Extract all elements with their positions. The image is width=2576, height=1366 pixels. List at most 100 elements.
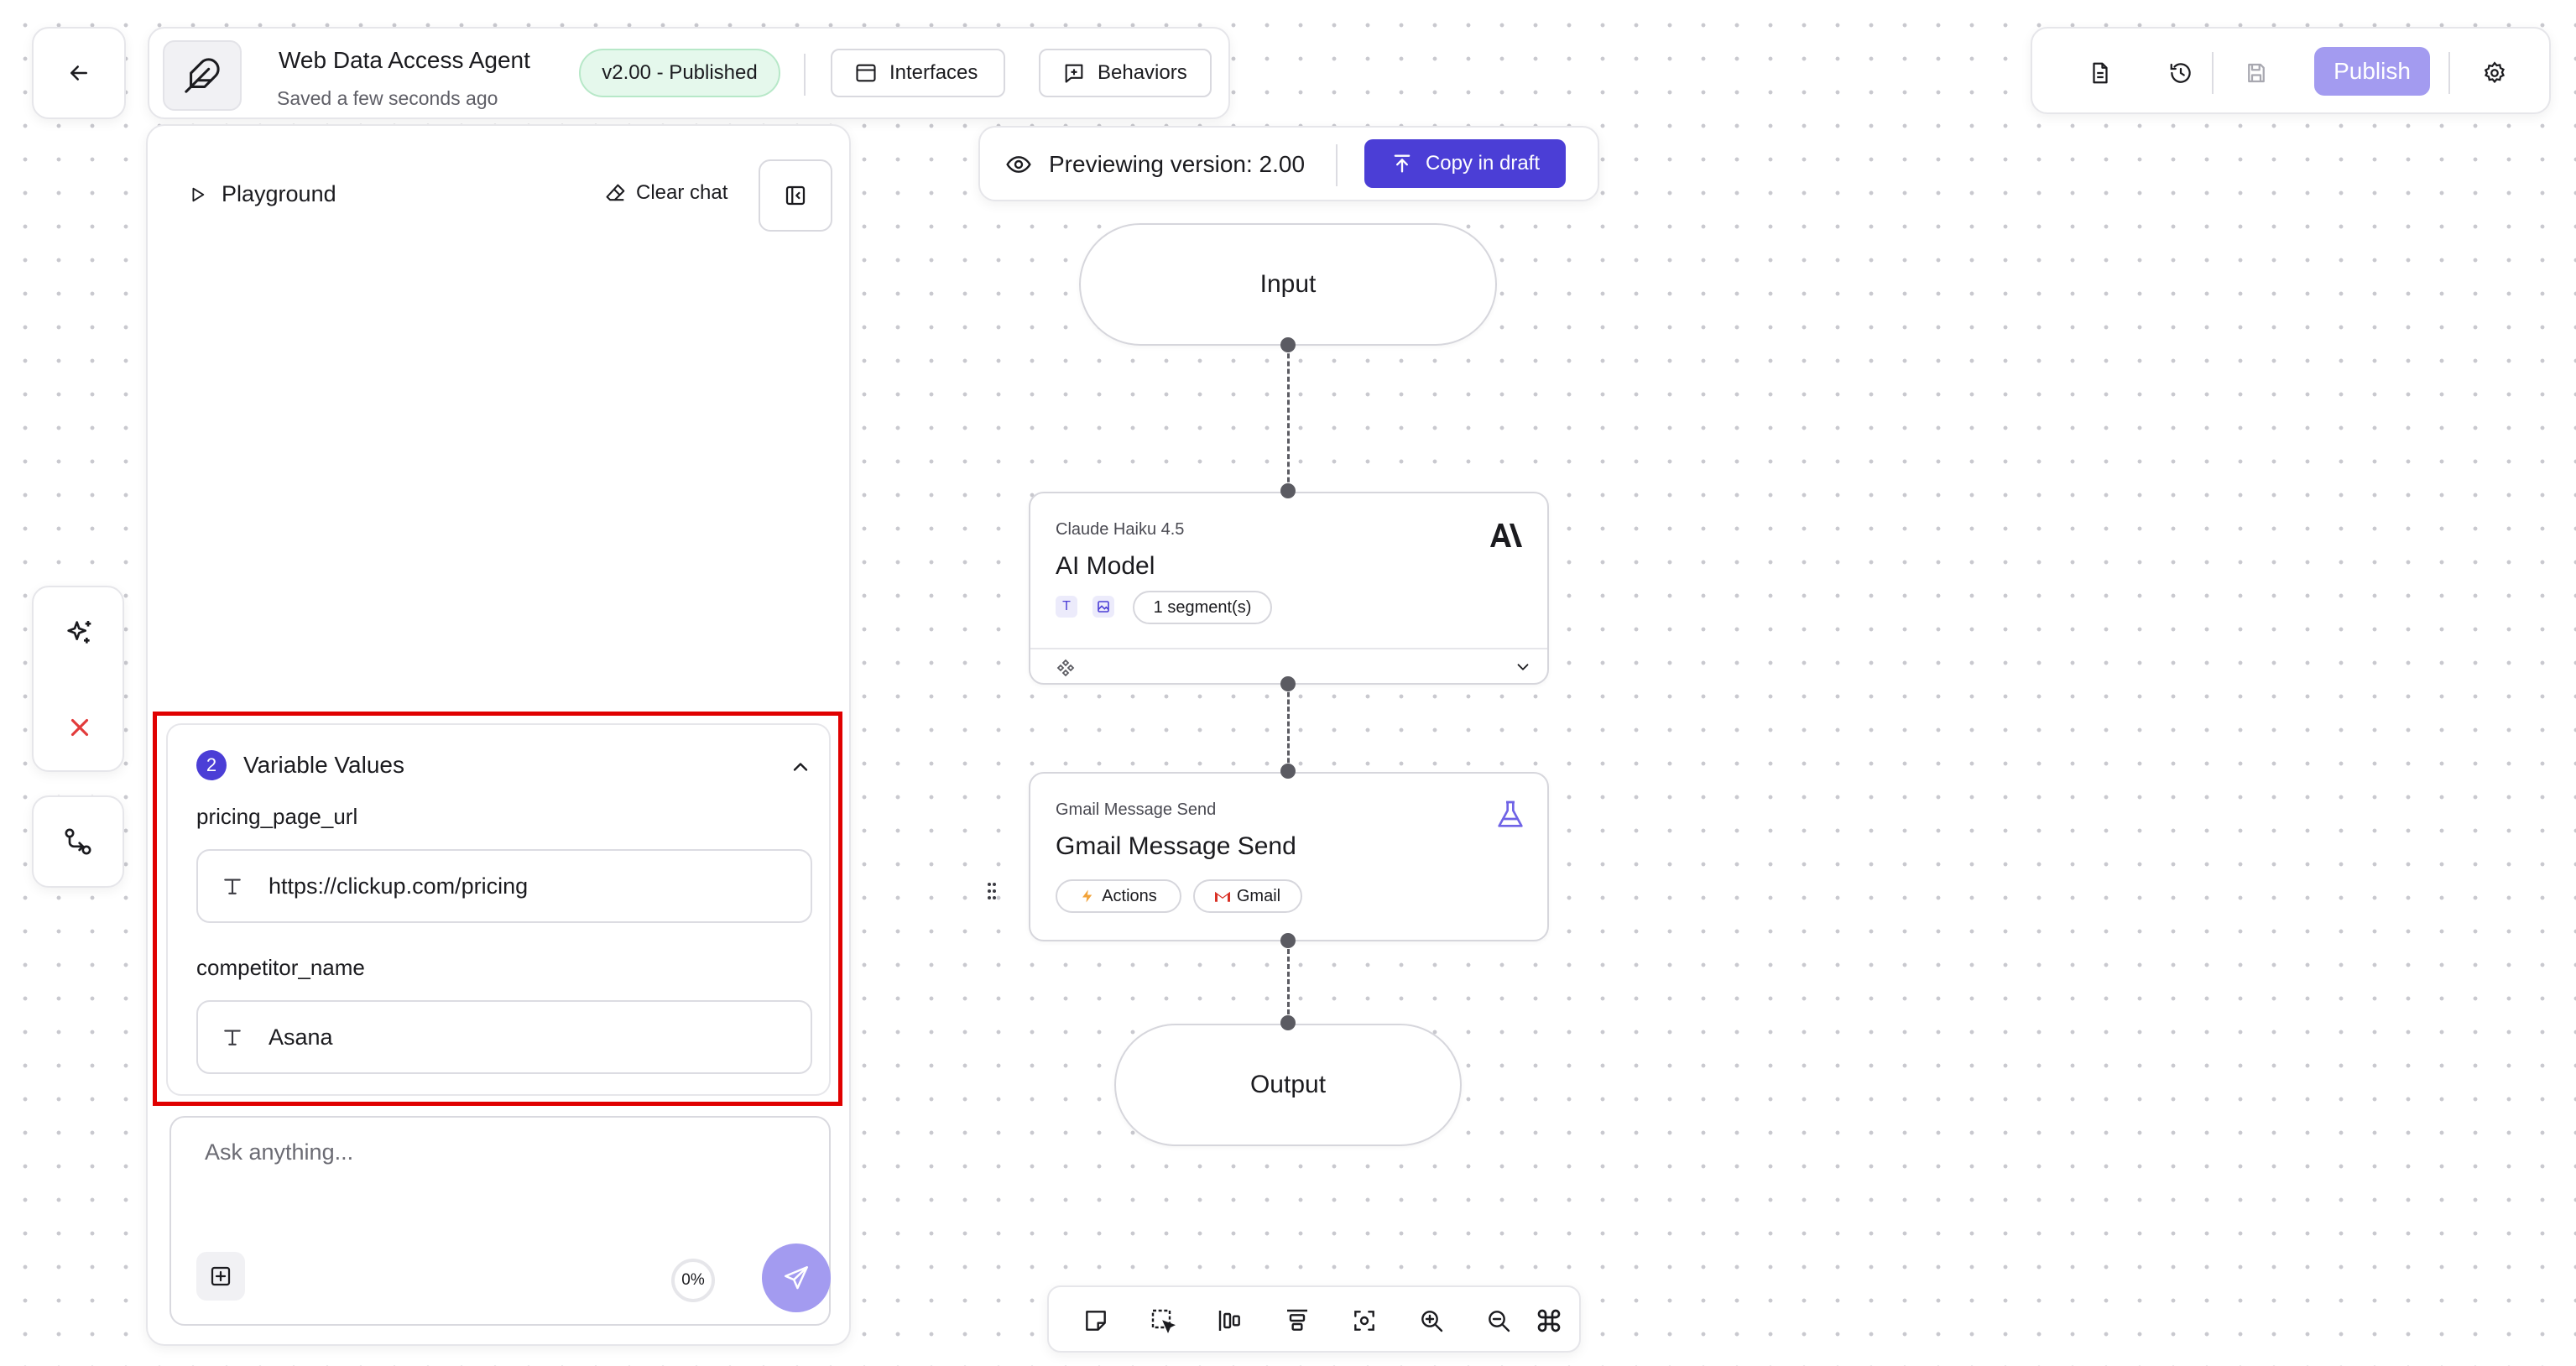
save-icon[interactable] [2237, 54, 2276, 92]
history-icon[interactable] [2161, 54, 2200, 92]
pricing-page-url-input[interactable]: https://clickup.com/pricing [196, 849, 812, 923]
top-right-toolbar: Publish [2031, 27, 2551, 114]
version-badge[interactable]: v2.00 - Published [579, 49, 780, 97]
connection-port[interactable] [1280, 676, 1296, 691]
drag-handle-icon[interactable] [987, 881, 997, 901]
text-type-icon [220, 873, 245, 899]
variable-values-title: Variable Values [243, 752, 404, 778]
select-area-icon[interactable] [1146, 1304, 1180, 1337]
gmail-tag-label: Gmail [1236, 886, 1281, 905]
gear-icon[interactable] [2475, 54, 2514, 92]
preview-bar: Previewing version: 2.00 Copy in draft [978, 126, 1599, 201]
ai-model-kicker: Claude Haiku 4.5 [1056, 520, 1185, 539]
eraser-icon [604, 181, 628, 205]
agent-title: Web Data Access Agent [279, 47, 530, 73]
variable-value: https://clickup.com/pricing [269, 873, 529, 899]
behaviors-label: Behaviors [1098, 61, 1187, 84]
sparkles-icon[interactable] [59, 613, 101, 654]
tools-icon [1056, 658, 1076, 678]
segments-tag: 1 segment(s) [1133, 591, 1272, 624]
message-plus-icon [1062, 61, 1086, 85]
ai-model-node[interactable]: Claude Haiku 4.5 AI Model T 1 segment(s) [1029, 492, 1549, 685]
sticky-note-icon[interactable] [1079, 1304, 1113, 1337]
play-icon [188, 185, 206, 204]
anthropic-logo-icon [1489, 522, 1524, 549]
context-usage-indicator: 0% [671, 1259, 715, 1302]
chevron-up-icon[interactable] [789, 755, 812, 779]
plus-square-icon [208, 1264, 233, 1289]
playground-panel: Playground Clear chat 2 Variable Values … [146, 124, 996, 1346]
copy-in-draft-button[interactable]: Copy in draft [1364, 139, 1566, 188]
actions-tag-label: Actions [1102, 886, 1157, 905]
fit-view-icon[interactable] [1348, 1304, 1381, 1337]
zoom-in-icon[interactable] [1415, 1304, 1448, 1337]
chat-input-placeholder[interactable]: Ask anything... [205, 1139, 353, 1165]
clear-chat-button[interactable]: Clear chat [604, 181, 727, 205]
left-tools [32, 586, 124, 772]
gmail-tag: Gmail [1193, 879, 1302, 913]
arrow-left-icon [66, 60, 91, 86]
output-node[interactable]: Output [1114, 1024, 1462, 1146]
flow-edge [1287, 685, 1290, 770]
zoom-out-icon[interactable] [1482, 1304, 1515, 1337]
preview-divider [1336, 144, 1338, 186]
send-icon [782, 1264, 811, 1292]
connection-port[interactable] [1280, 933, 1296, 948]
upload-icon [1390, 152, 1414, 175]
input-node[interactable]: Input [1079, 223, 1497, 346]
align-vertical-icon[interactable] [1280, 1304, 1314, 1337]
command-icon[interactable] [1532, 1304, 1566, 1337]
variable-count-badge: 2 [196, 750, 227, 780]
window-icon [854, 61, 878, 85]
gmail-node-kicker: Gmail Message Send [1056, 800, 1217, 819]
interfaces-label: Interfaces [889, 61, 978, 84]
interfaces-button[interactable]: Interfaces [831, 49, 1005, 97]
flow-edge [1287, 941, 1290, 1022]
connection-port[interactable] [1280, 483, 1296, 498]
send-button[interactable] [762, 1243, 831, 1312]
toolbar-divider [2212, 52, 2214, 94]
gmail-logo-icon [1214, 890, 1230, 902]
behaviors-button[interactable]: Behaviors [1039, 49, 1212, 97]
variable-label: pricing_page_url [196, 804, 358, 829]
flask-icon [1494, 797, 1527, 832]
connection-port[interactable] [1280, 764, 1296, 779]
toolbar-divider [2448, 52, 2450, 94]
text-modality-icon: T [1056, 596, 1077, 618]
variable-label: competitor_name [196, 955, 365, 980]
collapse-panel-button[interactable] [759, 159, 832, 232]
back-button[interactable] [32, 27, 126, 119]
playground-title: Playground [222, 181, 336, 206]
flow-edge [1287, 346, 1290, 490]
variable-value: Asana [269, 1024, 333, 1050]
gmail-message-send-node[interactable]: Gmail Message Send Gmail Message Send Ac… [1029, 772, 1549, 941]
variable-values-header[interactable]: 2 Variable Values [196, 750, 404, 780]
align-horizontal-icon[interactable] [1213, 1304, 1247, 1337]
playground-header: Playground [188, 181, 336, 207]
save-status: Saved a few seconds ago [277, 87, 498, 109]
canvas-toolbar [1047, 1285, 1581, 1353]
close-icon[interactable] [59, 706, 101, 748]
panel-collapse-icon [783, 183, 808, 208]
actions-tag: Actions [1056, 879, 1181, 913]
connection-port[interactable] [1280, 1015, 1296, 1030]
image-modality-icon [1092, 596, 1114, 618]
previewing-version-text: Previewing version: 2.00 [1049, 151, 1306, 177]
publish-button[interactable]: Publish [2314, 47, 2430, 96]
compare-button[interactable] [32, 795, 124, 888]
header-divider [804, 54, 806, 96]
variable-values-section: 2 Variable Values pricing_page_url https… [166, 723, 831, 1096]
chat-input-box[interactable]: Ask anything... 0% [169, 1116, 831, 1326]
add-attachment-button[interactable] [196, 1252, 245, 1301]
clear-chat-label: Clear chat [636, 181, 728, 204]
agent-header: Web Data Access Agent Saved a few second… [148, 27, 1230, 119]
copy-in-draft-label: Copy in draft [1425, 152, 1541, 175]
chevron-down-icon[interactable] [1514, 658, 1532, 676]
connection-port[interactable] [1280, 337, 1296, 352]
text-type-icon [220, 1024, 245, 1050]
git-compare-icon [61, 825, 95, 858]
competitor-name-input[interactable]: Asana [196, 1000, 812, 1074]
document-icon[interactable] [2081, 54, 2120, 92]
bolt-icon [1080, 889, 1095, 904]
gmail-node-title: Gmail Message Send [1056, 832, 1296, 860]
